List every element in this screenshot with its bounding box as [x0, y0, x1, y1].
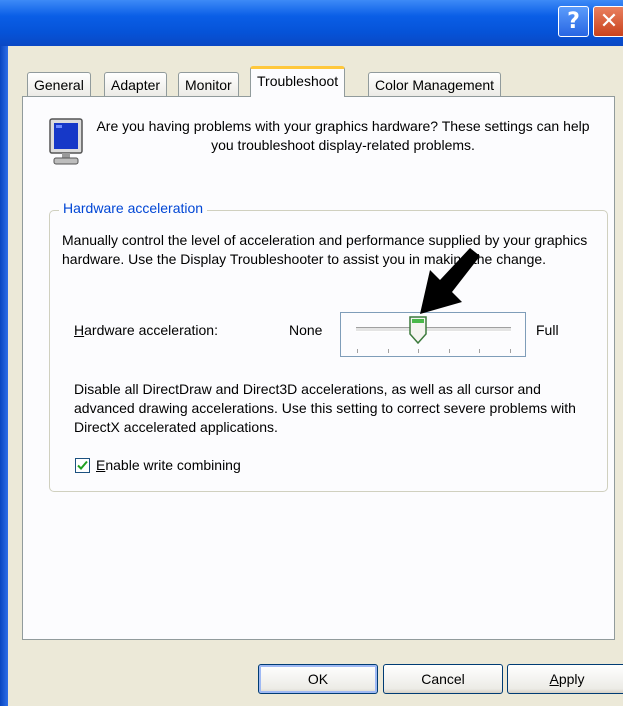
slider-min-label: None	[289, 322, 323, 338]
write-combining-checkbox[interactable]	[75, 458, 90, 473]
slider-max-label: Full	[536, 322, 559, 338]
slider-tick	[388, 349, 389, 353]
slider-tick	[479, 349, 480, 353]
slider-tick	[449, 349, 450, 353]
apply-mnemonic: A	[549, 671, 559, 687]
tab-troubleshoot[interactable]: Troubleshoot	[250, 66, 346, 97]
tab-general[interactable]: General	[27, 72, 91, 96]
slider-tick	[510, 349, 511, 353]
window-frame	[0, 46, 8, 706]
slider-tick	[357, 349, 358, 353]
slider-label: Hardware acceleration:	[74, 322, 218, 338]
tab-adapter[interactable]: Adapter	[104, 72, 168, 96]
cancel-button[interactable]: Cancel	[383, 664, 503, 694]
slider-track[interactable]	[356, 327, 511, 332]
write-combining-mnemonic: E	[96, 457, 106, 473]
group-title: Hardware acceleration	[59, 200, 208, 216]
apply-button[interactable]: Apply	[507, 664, 623, 694]
write-combining-text: nable write combining	[105, 457, 241, 473]
title-bar[interactable]: ? ✕	[0, 0, 623, 46]
slider-tick	[418, 349, 419, 353]
slider-thumb[interactable]	[409, 316, 427, 344]
intro-text: Are you having problems with your graphi…	[96, 118, 590, 153]
slider-label-text: ardware acceleration:	[84, 322, 218, 338]
pointer-arrow-icon	[420, 248, 480, 314]
tab-color-management[interactable]: Color Management	[368, 72, 502, 96]
level-description: Disable all DirectDraw and Direct3D acce…	[74, 381, 576, 435]
write-combining-label[interactable]: Enable write combining	[96, 457, 241, 473]
apply-text: pply	[558, 671, 585, 687]
checkmark-icon	[77, 460, 88, 470]
help-button[interactable]: ?	[558, 6, 589, 37]
tab-monitor[interactable]: Monitor	[178, 72, 239, 96]
close-button[interactable]: ✕	[593, 6, 623, 37]
slider-label-mnemonic: H	[74, 322, 85, 338]
acceleration-description: Manually control the level of accelerati…	[62, 232, 588, 267]
ok-button[interactable]: OK	[258, 664, 378, 694]
monitor-icon	[49, 118, 83, 165]
